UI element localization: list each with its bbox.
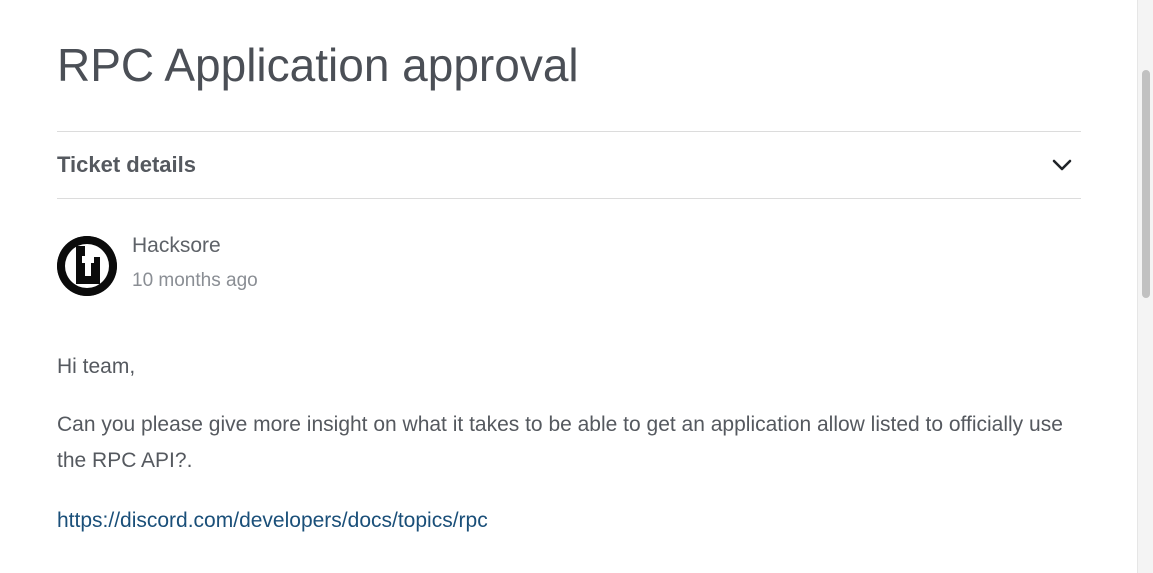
author-name[interactable]: Hacksore [132, 234, 221, 258]
rpc-docs-link[interactable]: https://discord.com/developers/docs/topi… [57, 503, 488, 539]
post-paragraph-question: Can you please give more insight on what… [57, 413, 1063, 472]
ticket-details-label: Ticket details [57, 152, 196, 177]
post-paragraph-greeting: Hi team, [57, 355, 136, 378]
chevron-down-icon[interactable] [1051, 154, 1073, 176]
ticket-details-toggle[interactable]: Ticket details [57, 131, 1081, 199]
scrollbar[interactable] [1137, 0, 1153, 573]
avatar[interactable] [57, 236, 117, 296]
scrollbar-thumb[interactable] [1142, 70, 1150, 298]
page-title: RPC Application approval [57, 39, 579, 91]
post-author: Hacksore 10 months ago [57, 234, 657, 298]
post-timestamp: 10 months ago [132, 270, 258, 291]
page: RPC Application approval Ticket details … [0, 0, 1153, 573]
avatar-logo-icon [57, 236, 117, 296]
